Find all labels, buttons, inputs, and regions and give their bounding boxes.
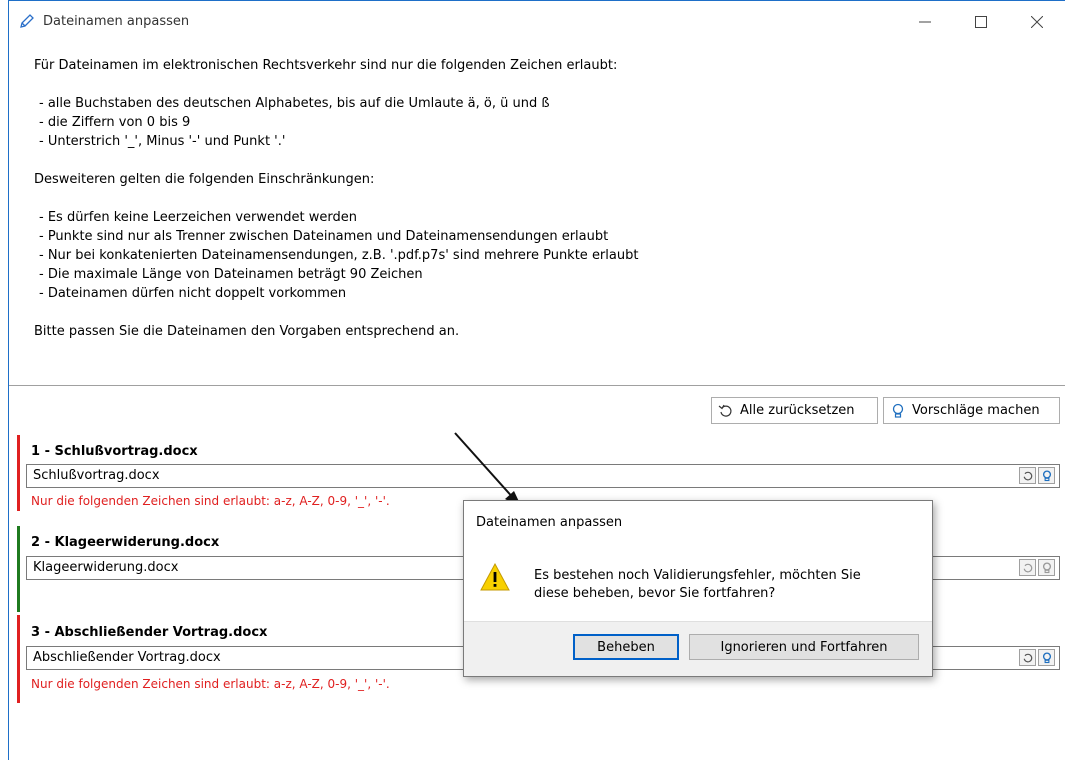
- window-title: Dateinamen anpassen: [43, 14, 190, 29]
- filename-value: Klageerwiderung.docx: [33, 560, 179, 575]
- minimize-button[interactable]: [905, 9, 945, 35]
- maximize-icon: [975, 16, 987, 28]
- minimize-icon: [919, 21, 931, 23]
- restriction-item: - Es dürfen keine Leerzeichen verwendet …: [39, 210, 357, 225]
- status-bar-error: [17, 615, 20, 703]
- close-icon: [1031, 16, 1043, 28]
- suggest-entry-button[interactable]: [1038, 559, 1055, 576]
- validation-error: Nur die folgenden Zeichen sind erlaubt: …: [31, 494, 390, 508]
- allowed-item: - alle Buchstaben des deutschen Alphabet…: [39, 96, 550, 111]
- dialog-message: Es bestehen noch Validierungsfehler, möc…: [534, 568, 861, 601]
- allowed-item: - Unterstrich '_', Minus '-' und Punkt '…: [39, 134, 286, 149]
- instructions: Für Dateinamen im elektronischen Rechtsv…: [34, 56, 1044, 341]
- entry-title: 1 - Schlußvortrag.docx: [31, 444, 198, 459]
- lightbulb-icon: [1042, 651, 1051, 663]
- separator: [9, 385, 1065, 386]
- undo-icon: [718, 404, 732, 417]
- validation-error: Nur die folgenden Zeichen sind erlaubt: …: [31, 677, 390, 691]
- fix-button[interactable]: Beheben: [573, 634, 679, 660]
- dialog-title: Dateinamen anpassen: [476, 515, 623, 530]
- restriction-item: - Die maximale Länge von Dateinamen betr…: [39, 267, 423, 282]
- restriction-item: - Nur bei konkatenierten Dateinamensendu…: [39, 248, 639, 263]
- suggest-entry-button[interactable]: [1038, 467, 1055, 484]
- undo-icon: [1023, 563, 1032, 572]
- lightbulb-icon: [892, 403, 904, 418]
- restriction-item: - Dateinamen dürfen nicht doppelt vorkom…: [39, 286, 347, 301]
- reset-entry-button[interactable]: [1019, 649, 1036, 666]
- warning-icon: [480, 563, 510, 591]
- filename-value: Schlußvortrag.docx: [33, 468, 160, 483]
- close-button[interactable]: [1017, 9, 1057, 35]
- filename-value: Abschließender Vortrag.docx: [33, 650, 221, 665]
- reset-all-label: Alle zurücksetzen: [740, 403, 855, 418]
- suggest-button[interactable]: Vorschläge machen: [883, 397, 1060, 424]
- lightbulb-icon: [1042, 469, 1051, 481]
- status-bar-ok: [17, 526, 20, 612]
- reset-entry-button[interactable]: [1019, 559, 1036, 576]
- status-bar-error: [17, 435, 20, 511]
- lightbulb-icon: [1042, 561, 1051, 573]
- intro-heading: Für Dateinamen im elektronischen Rechtsv…: [34, 58, 618, 73]
- confirm-dialog: Dateinamen anpassen Es bestehen noch Val…: [463, 500, 933, 677]
- suggest-entry-button[interactable]: [1038, 649, 1055, 666]
- restrictions-heading: Desweiteren gelten die folgenden Einschr…: [34, 172, 375, 187]
- allowed-item: - die Ziffern von 0 bis 9: [39, 115, 191, 130]
- reset-all-button[interactable]: Alle zurücksetzen: [711, 397, 878, 424]
- entry-title: 3 - Abschließender Vortrag.docx: [31, 625, 268, 640]
- undo-icon: [1023, 653, 1032, 662]
- ignore-continue-button[interactable]: Ignorieren und Fortfahren: [689, 634, 919, 660]
- pencil-icon: [20, 14, 34, 28]
- maximize-button[interactable]: [961, 9, 1001, 35]
- entry-title: 2 - Klageerwiderung.docx: [31, 535, 220, 550]
- title-bar[interactable]: Dateinamen anpassen: [9, 1, 1065, 41]
- suggest-label: Vorschläge machen: [912, 403, 1040, 418]
- reset-entry-button[interactable]: [1019, 467, 1036, 484]
- restriction-item: - Punkte sind nur als Trenner zwischen D…: [39, 229, 609, 244]
- undo-icon: [1023, 471, 1032, 480]
- dialog-footer: Beheben Ignorieren und Fortfahren: [464, 621, 932, 676]
- closing-text: Bitte passen Sie die Dateinamen den Vorg…: [34, 324, 460, 339]
- filename-input[interactable]: Schlußvortrag.docx: [26, 464, 1060, 488]
